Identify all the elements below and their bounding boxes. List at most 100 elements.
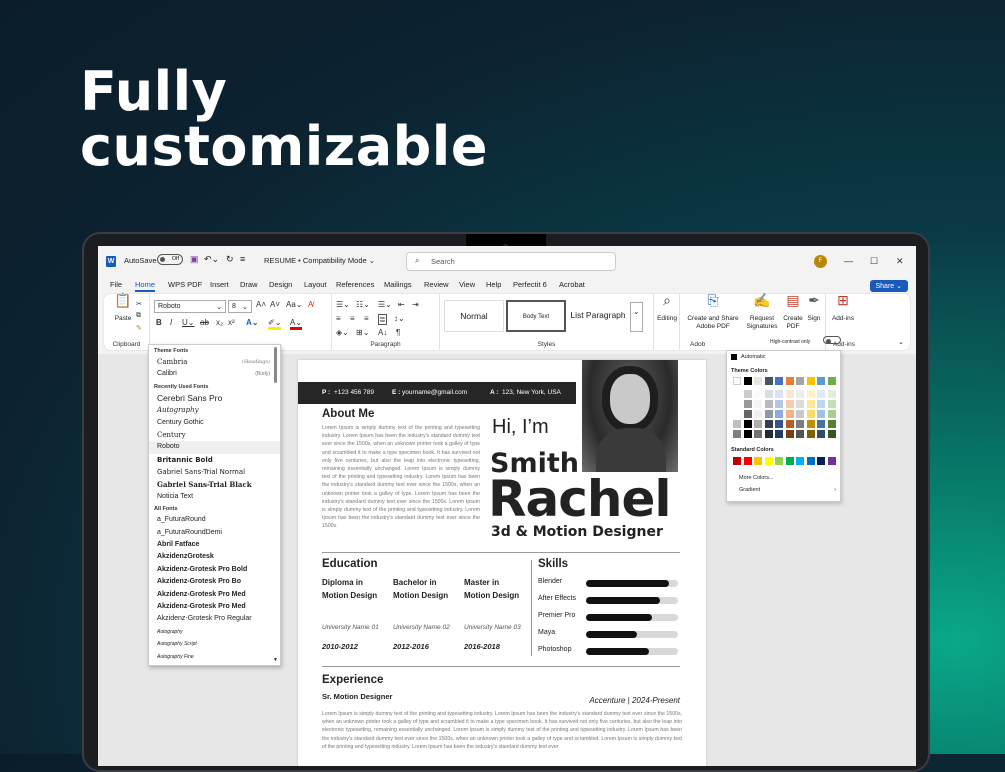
color-swatch[interactable]	[775, 400, 783, 408]
color-swatch[interactable]	[796, 420, 804, 428]
color-swatch[interactable]	[743, 410, 752, 418]
font-option[interactable]: Akzidenz-Grotesk Pro Bo	[149, 576, 280, 588]
tab-mailings[interactable]: Mailings	[384, 280, 412, 289]
color-swatch[interactable]	[806, 430, 815, 438]
save-icon[interactable]: ▣	[190, 254, 199, 265]
maximize-icon[interactable]: ☐	[870, 256, 878, 267]
color-swatch[interactable]	[754, 377, 762, 385]
color-swatch[interactable]	[827, 390, 836, 398]
color-swatch[interactable]	[733, 377, 741, 385]
style-normal[interactable]: Normal	[444, 300, 504, 332]
color-swatch[interactable]	[806, 377, 815, 385]
color-swatch[interactable]	[785, 390, 794, 398]
color-swatch[interactable]	[754, 410, 762, 418]
color-swatch[interactable]	[806, 457, 815, 465]
autosave-toggle[interactable]: Off	[157, 254, 183, 265]
color-swatch[interactable]	[806, 390, 815, 398]
color-swatch[interactable]	[743, 457, 752, 465]
more-colors-item[interactable]: More Colors...	[739, 475, 774, 481]
sort-icon[interactable]: A↓	[378, 328, 387, 337]
font-option[interactable]: Gabriel Sans-Trial Black	[149, 479, 280, 491]
font-size-box[interactable]: 8 ⌄	[228, 300, 252, 313]
color-swatch[interactable]	[775, 430, 783, 438]
font-option[interactable]: AkzidenzGrotesk	[149, 551, 280, 563]
color-swatch[interactable]	[764, 390, 773, 398]
font-option[interactable]: Century Gothic	[149, 417, 280, 429]
justify-icon[interactable]: ≣	[378, 314, 387, 325]
cut-icon[interactable]: ✂	[136, 300, 142, 308]
font-option[interactable]: Akzidenz-Grotesk Pro Med	[149, 589, 280, 601]
increase-indent-icon[interactable]: ⇥	[412, 300, 419, 309]
superscript-icon[interactable]: x²	[228, 318, 235, 327]
tab-draw[interactable]: Draw	[240, 280, 258, 289]
color-swatch[interactable]	[785, 377, 794, 385]
collapse-ribbon-icon[interactable]: ⌄	[898, 338, 904, 346]
color-swatch[interactable]	[775, 420, 783, 428]
close-icon[interactable]: ✕	[896, 256, 904, 267]
shading-icon[interactable]: ◈⌄	[336, 328, 349, 337]
color-swatch[interactable]	[817, 430, 825, 438]
color-swatch[interactable]	[806, 420, 815, 428]
color-swatch[interactable]	[743, 390, 752, 398]
font-option[interactable]: Gabriel Sans-Trial Normal	[149, 466, 280, 478]
sign-button[interactable]: ✒ Sign	[804, 293, 824, 323]
request-signatures-button[interactable]: ✍ Request Signatures	[742, 293, 782, 331]
color-swatch[interactable]	[733, 400, 741, 408]
color-swatch[interactable]	[796, 457, 804, 465]
tab-view[interactable]: View	[459, 280, 475, 289]
color-swatch[interactable]	[743, 420, 752, 428]
color-swatch[interactable]	[733, 430, 741, 438]
color-swatch[interactable]	[743, 430, 752, 438]
color-swatch[interactable]	[754, 420, 762, 428]
color-swatch[interactable]	[806, 400, 815, 408]
style-list-paragraph[interactable]: List Paragraph	[568, 300, 628, 332]
color-swatch[interactable]	[827, 420, 836, 428]
editing-button[interactable]: ⌕ Editing	[654, 293, 680, 323]
font-option[interactable]: Autography Script	[149, 638, 280, 650]
color-swatch[interactable]	[817, 410, 825, 418]
font-option[interactable]: Century	[149, 429, 280, 441]
font-option[interactable]: Britannic Bold	[149, 454, 280, 466]
highlight-icon[interactable]: ✐⌄	[268, 318, 282, 330]
color-swatch[interactable]	[817, 377, 825, 385]
color-swatch[interactable]	[796, 377, 804, 385]
color-swatch[interactable]	[827, 377, 836, 385]
color-swatch[interactable]	[785, 430, 794, 438]
text-effects-icon[interactable]: A⌄	[246, 318, 258, 327]
color-swatch[interactable]	[796, 400, 804, 408]
color-swatch[interactable]	[785, 420, 794, 428]
font-option[interactable]: Autography	[149, 626, 280, 638]
gradient-item[interactable]: Gradient	[739, 487, 760, 493]
align-center-icon[interactable]: ≡	[350, 314, 355, 323]
font-option[interactable]: a_FuturaRound	[149, 514, 280, 526]
tab-perfectit[interactable]: Perfectit 6	[513, 280, 547, 289]
share-button[interactable]: Share ⌄	[869, 280, 908, 292]
font-color-icon[interactable]: A⌄	[290, 318, 303, 330]
styles-more-icon[interactable]: ⌄	[630, 302, 643, 332]
borders-icon[interactable]: ⊞⌄	[356, 328, 369, 337]
color-swatch[interactable]	[817, 457, 825, 465]
font-option[interactable]: Noticia Text	[149, 491, 280, 503]
scroll-down-icon[interactable]: ▼	[273, 657, 278, 663]
automatic-swatch[interactable]	[731, 354, 737, 360]
create-pdf-button[interactable]: ▤ Create PDF	[782, 293, 804, 331]
font-option[interactable]: Cerebri Sans Pro	[149, 392, 280, 404]
create-share-pdf-button[interactable]: ⎘ Create and Share Adobe PDF	[684, 293, 742, 331]
color-swatch[interactable]	[754, 457, 762, 465]
font-option[interactable]: Autography Fine	[149, 651, 280, 663]
underline-icon[interactable]: U⌄	[182, 318, 194, 327]
color-swatch[interactable]	[775, 457, 783, 465]
bullets-icon[interactable]: ☰⌄	[336, 300, 350, 309]
color-swatch[interactable]	[743, 400, 752, 408]
font-option[interactable]: Roboto	[149, 441, 280, 454]
color-swatch[interactable]	[817, 390, 825, 398]
tab-wps-pdf[interactable]: WPS PDF	[168, 280, 202, 289]
bold-icon[interactable]: B	[156, 318, 162, 327]
color-swatch[interactable]	[733, 457, 741, 465]
color-swatch[interactable]	[764, 377, 773, 385]
high-contrast-toggle[interactable]	[823, 336, 841, 344]
color-swatch[interactable]	[754, 400, 762, 408]
subscript-icon[interactable]: x₂	[216, 318, 223, 327]
font-option[interactable]: Akzidenz-Grotesk Pro Bold	[149, 564, 280, 576]
color-swatch[interactable]	[764, 430, 773, 438]
